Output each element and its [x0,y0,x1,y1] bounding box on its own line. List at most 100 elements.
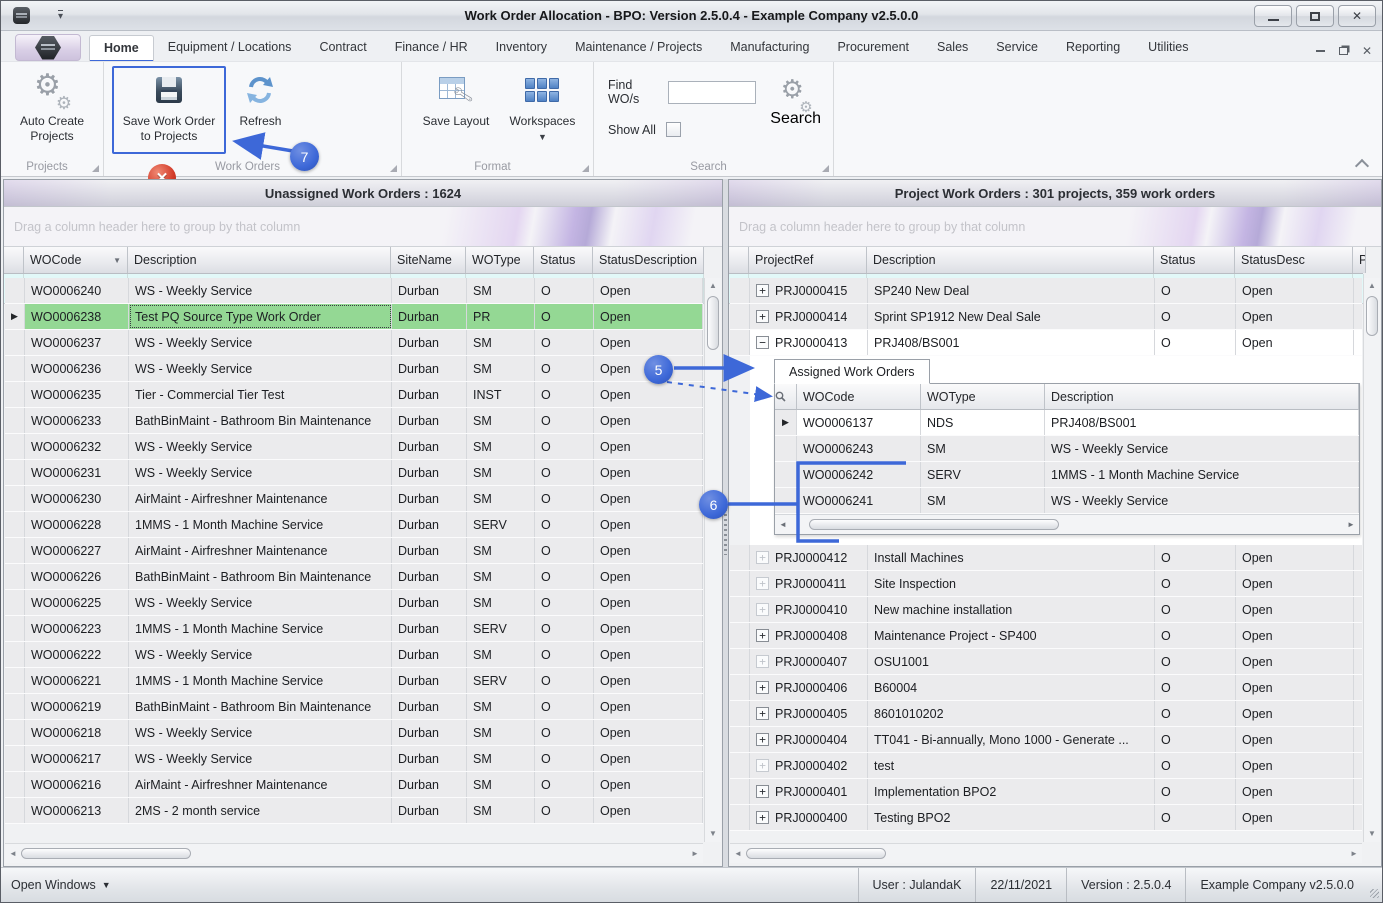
cell-status[interactable]: O [535,538,594,563]
project-row[interactable]: +PRJ0000411Site InspectionOOpen [730,571,1362,597]
cell-proj[interactable] [1354,779,1362,804]
scrollbar-thumb[interactable] [1366,296,1378,336]
table-row[interactable]: ▶WO0006238Test PQ Source Type Work Order… [5,304,703,330]
cell-description[interactable]: OSU1001 [868,649,1155,674]
cell-statusdesc[interactable]: Open [1236,623,1354,648]
cell-status[interactable]: O [1155,753,1236,778]
cell-status[interactable]: O [535,486,594,511]
show-all-checkbox[interactable] [666,122,681,137]
open-windows-dropdown[interactable]: Open Windows ▼ [1,878,111,892]
project-row[interactable]: +PRJ0000407OSU1001OOpen [730,649,1362,675]
project-row[interactable]: +PRJ0000410New machine installationOOpen [730,597,1362,623]
cell-statusdesc[interactable]: Open [1236,701,1354,726]
mdi-restore-icon[interactable] [1339,47,1348,55]
tab-sales[interactable]: Sales [923,35,982,61]
cell-wocode[interactable]: WO0006218 [25,720,129,745]
cell-statusdesc[interactable]: Open [1236,278,1354,303]
cell-wotype[interactable]: SERV [467,668,535,693]
table-row[interactable]: WO0006233BathBinMaint - Bathroom Bin Mai… [5,408,703,434]
detail-column-header-wocode[interactable]: WOCode [797,384,921,409]
scroll-down-icon[interactable]: ▼ [1364,826,1380,842]
cell-status[interactable]: O [1155,330,1236,355]
cell-wotype[interactable]: SERV [467,512,535,537]
dialog-launcher-icon[interactable] [582,165,589,172]
cell-status[interactable]: O [535,746,594,771]
project-row[interactable]: +PRJ0000401Implementation BPO2OOpen [730,779,1362,805]
cell-status[interactable]: O [1155,571,1236,596]
find-wos-input[interactable] [668,81,756,104]
app-menu-button[interactable] [15,34,81,61]
cell-wocode[interactable]: WO0006217 [25,746,129,771]
cell-statusdescription[interactable]: Open [594,278,703,303]
column-header-proj[interactable]: Proj [1353,247,1366,273]
table-row[interactable]: WO00062211MMS - 1 Month Machine ServiceD… [5,668,703,694]
expand-row-icon[interactable]: + [756,603,769,616]
cell-statusdescription[interactable]: Open [594,772,703,797]
cell-wotype[interactable]: SM [467,642,535,667]
cell-statusdescription[interactable]: Open [594,616,703,641]
expand-row-icon[interactable]: + [756,785,769,798]
cell-wocode[interactable]: WO0006242 [797,462,921,487]
cell-status[interactable]: O [1155,545,1236,570]
cell-status[interactable]: O [1155,701,1236,726]
cell-wocode[interactable]: WO0006227 [25,538,129,563]
left-horizontal-scrollbar[interactable]: ◄ ► [5,843,703,863]
cell-projectref[interactable]: +PRJ0000411 [750,571,868,596]
cell-wocode[interactable]: WO0006233 [25,408,129,433]
cell-status[interactable]: O [1155,278,1236,303]
table-row[interactable]: WO0006227AirMaint - Airfreshner Maintena… [5,538,703,564]
column-header-statusdescription[interactable]: StatusDescription [593,247,704,273]
cell-proj[interactable] [1354,727,1362,752]
cell-wotype[interactable]: PR [467,304,535,329]
cell-description[interactable]: Implementation BPO2 [868,779,1155,804]
cell-status[interactable]: O [535,668,594,693]
cell-projectref[interactable]: +PRJ0000404 [750,727,868,752]
cell-description[interactable]: 2MS - 2 month service [129,798,392,823]
tab-finance-hr[interactable]: Finance / HR [381,35,482,61]
detail-column-header-description[interactable]: Description [1045,384,1359,409]
column-header-wocode[interactable]: WOCode▼ [24,247,128,273]
cell-description[interactable]: Test PQ Source Type Work Order [129,304,392,329]
column-header-status[interactable]: Status [534,247,593,273]
cell-description[interactable]: BathBinMaint - Bathroom Bin Maintenance [129,694,392,719]
cell-proj[interactable] [1354,675,1362,700]
mdi-minimize-icon[interactable] [1316,50,1325,52]
cell-proj[interactable] [1354,278,1362,303]
dialog-launcher-icon[interactable] [92,165,99,172]
cell-status[interactable]: O [535,304,594,329]
cell-wocode[interactable]: WO0006223 [25,616,129,641]
collapse-ribbon-icon[interactable] [1356,160,1368,168]
scroll-left-icon[interactable]: ◄ [775,520,791,529]
project-row[interactable]: −PRJ0000413PRJ408/BS001OOpen [730,330,1362,356]
cell-statusdescription[interactable]: Open [594,642,703,667]
cell-status[interactable]: O [1155,649,1236,674]
cell-description[interactable]: WS - Weekly Service [129,642,392,667]
cell-description[interactable]: 1MMS - 1 Month Machine Service [129,668,392,693]
cell-sitename[interactable]: Durban [392,356,467,381]
cell-sitename[interactable]: Durban [392,330,467,355]
cell-statusdescription[interactable]: Open [594,330,703,355]
cell-sitename[interactable]: Durban [392,616,467,641]
cell-wotype[interactable]: NDS [921,410,1045,435]
dialog-launcher-icon[interactable] [390,165,397,172]
cell-proj[interactable] [1354,805,1362,830]
cell-wotype[interactable]: SM [921,436,1045,461]
cell-description[interactable]: WS - Weekly Service [129,434,392,459]
table-row[interactable]: WO0006230AirMaint - Airfreshner Maintena… [5,486,703,512]
cell-projectref[interactable]: +PRJ0000408 [750,623,868,648]
resize-grip-icon[interactable] [1368,868,1382,902]
cell-description[interactable]: WS - Weekly Service [129,590,392,615]
cell-wocode[interactable]: WO0006243 [797,436,921,461]
expand-row-icon[interactable]: + [756,707,769,720]
cell-projectref[interactable]: +PRJ0000407 [750,649,868,674]
project-row[interactable]: +PRJ0000404TT041 - Bi-annually, Mono 100… [730,727,1362,753]
search-button[interactable]: ⚙⚙ Search [770,78,821,128]
collapse-row-icon[interactable]: − [756,336,769,349]
cell-wotype[interactable]: SM [467,538,535,563]
cell-wotype[interactable]: SM [467,434,535,459]
cell-description[interactable]: BathBinMaint - Bathroom Bin Maintenance [129,564,392,589]
scroll-up-icon[interactable]: ▲ [705,278,721,294]
cell-wotype[interactable]: SM [467,408,535,433]
cell-sitename[interactable]: Durban [392,512,467,537]
cell-status[interactable]: O [535,408,594,433]
